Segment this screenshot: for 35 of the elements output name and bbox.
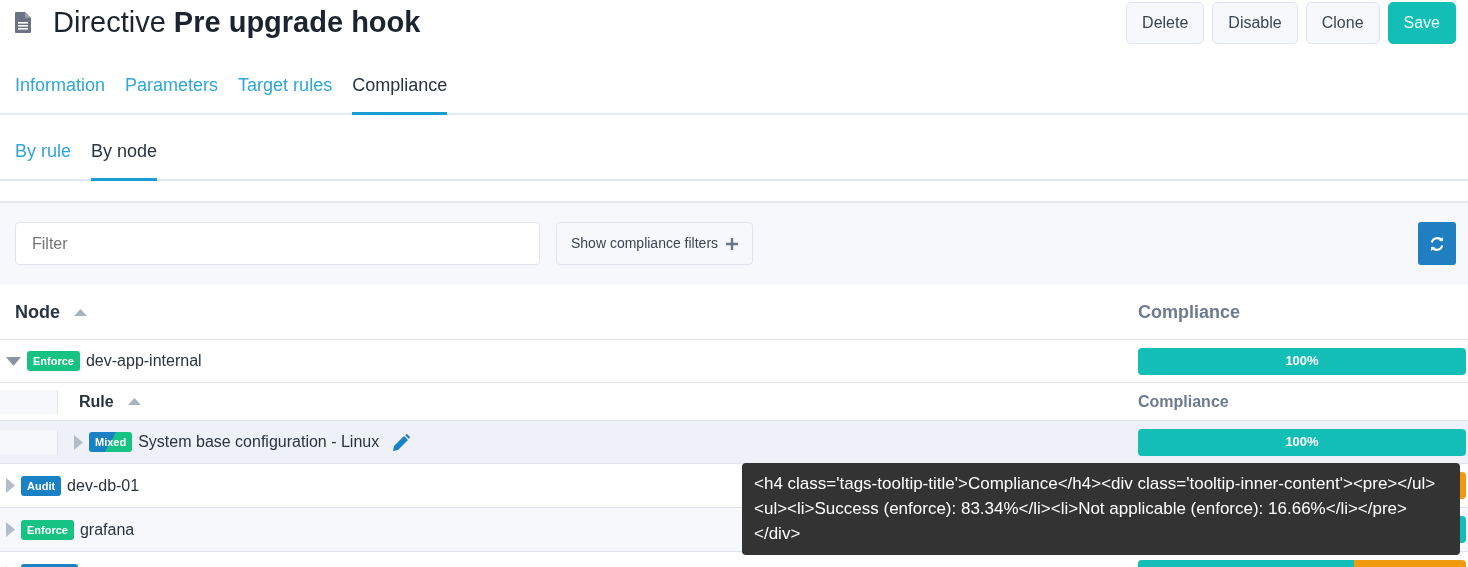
column-header[interactable]: Node <box>15 298 60 326</box>
mode-badge: Audit <box>21 475 62 496</box>
action-button[interactable]: Clone <box>1305 1 1380 44</box>
bar-label: 100% <box>1285 352 1319 371</box>
document-icon <box>15 12 31 33</box>
bar-label: 100% <box>1285 433 1319 452</box>
mode-badge: Mixed <box>89 432 133 452</box>
tab[interactable]: Compliance <box>352 72 448 115</box>
collapse-caret-icon[interactable] <box>6 356 21 366</box>
filter-field[interactable]: Filter <box>15 222 540 265</box>
sort-icon <box>127 398 141 405</box>
rule-link[interactable]: System base configuration - Linux <box>138 430 380 454</box>
node-link[interactable]: dev-app-internal <box>85 349 202 373</box>
column-header[interactable]: Compliance <box>1138 301 1241 322</box>
pencil-icon[interactable] <box>393 433 411 451</box>
expand-caret-icon[interactable] <box>6 522 15 537</box>
tab[interactable]: By node <box>91 138 158 181</box>
action-button[interactable]: Disable <box>1212 1 1298 44</box>
filter-toggle-button[interactable]: Show compliance filters <box>556 222 754 265</box>
column-header[interactable]: Rule <box>79 389 114 414</box>
refresh-button[interactable] <box>1418 222 1456 265</box>
expand-caret-icon[interactable] <box>74 434 83 450</box>
plus-icon <box>726 237 739 250</box>
sort-icon <box>74 308 87 316</box>
column-header[interactable]: Compliance <box>1138 392 1229 410</box>
expand-caret-icon[interactable] <box>6 478 15 493</box>
action-button[interactable]: Delete <box>1126 1 1205 44</box>
node-link[interactable]: grafana <box>79 517 135 542</box>
node-link[interactable]: dev-db-01 <box>67 473 140 498</box>
page-title: Directive Pre upgrade hook <box>53 4 421 40</box>
tooltip: <h4 class='tags-tooltip-title'>Compliance</h4><div class='tooltip-inner-content'><pre></ul><ul><li>Success (enforce): 83.34%</li><li>Not applicable (enforce): 16.66%</li></pre></div> <box>742 463 1460 555</box>
mode-badge: Enforce <box>21 519 74 540</box>
indent-cell <box>0 389 58 414</box>
mode-badge: Enforce <box>27 351 80 371</box>
refresh-icon <box>1429 236 1445 253</box>
